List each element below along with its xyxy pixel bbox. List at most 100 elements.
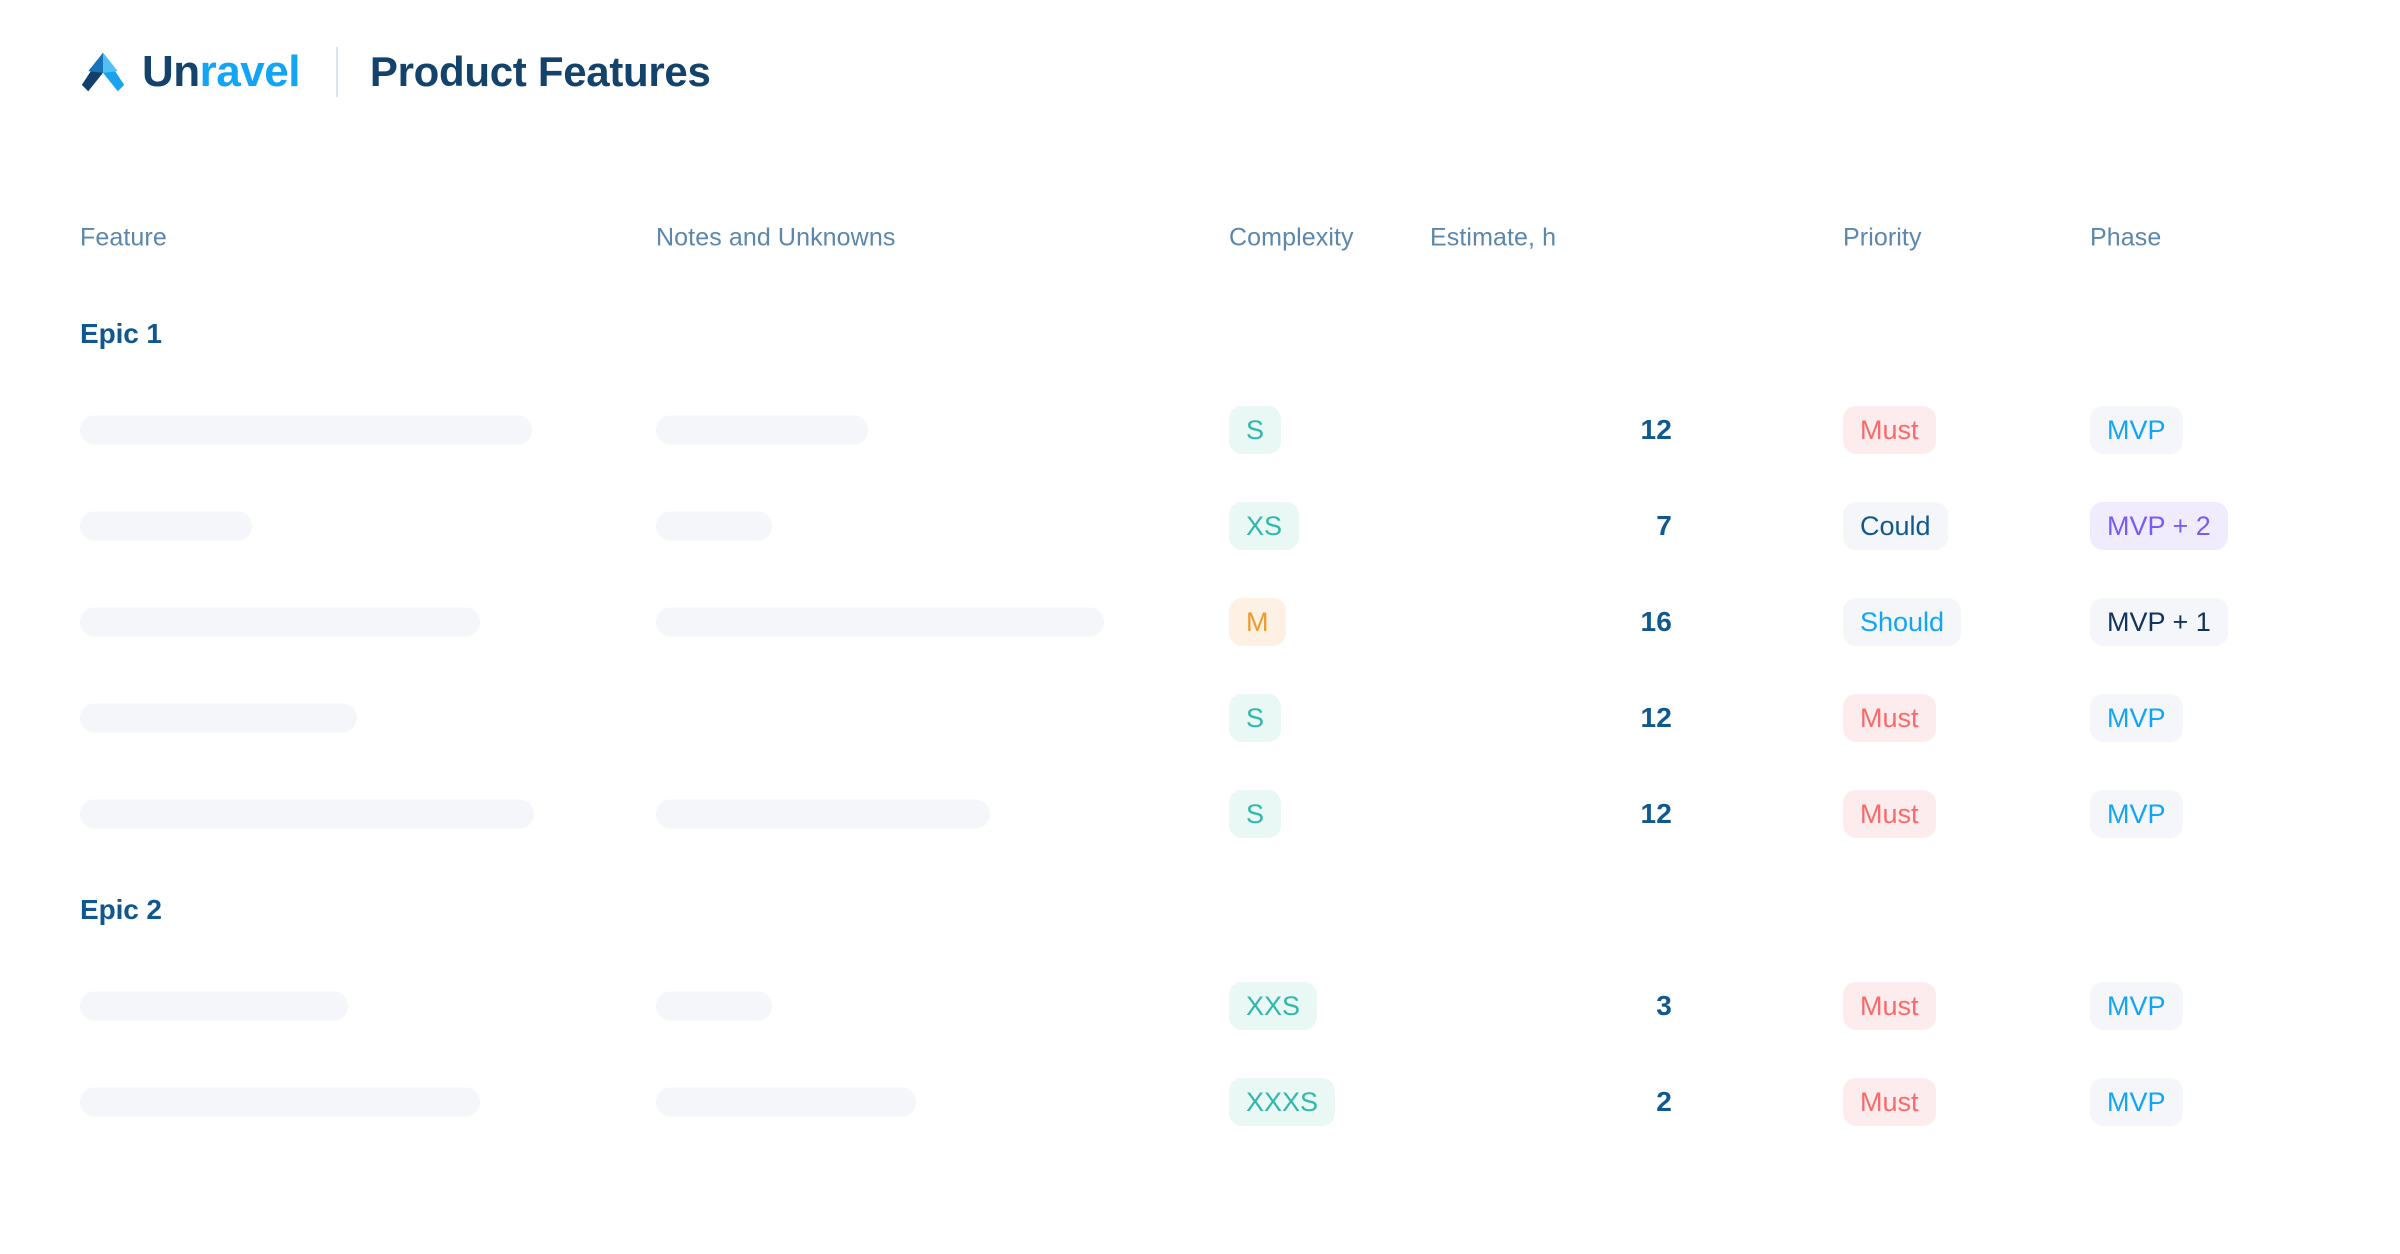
- priority-badge[interactable]: Must: [1843, 982, 1936, 1030]
- notes-placeholder-bar: [656, 991, 772, 1021]
- notes-cell[interactable]: [656, 415, 868, 445]
- table-body: Epic 1 S 12 Must MVP XS 7 Could MVP + 2 M 16 Should…: [0, 286, 2400, 1150]
- complexity-badge[interactable]: XXXS: [1229, 1078, 1336, 1126]
- priority-badge[interactable]: Must: [1843, 1078, 1936, 1126]
- priority-badge[interactable]: Must: [1843, 406, 1936, 454]
- estimate-value: 16: [1640, 606, 1672, 637]
- feature-placeholder-bar: [80, 1087, 480, 1117]
- complexity-badge[interactable]: XXS: [1229, 982, 1318, 1030]
- table-row[interactable]: XXS 3 Must MVP: [0, 958, 2400, 1054]
- feature-placeholder-bar: [80, 799, 534, 829]
- estimate-value: 12: [1640, 798, 1672, 829]
- epic-group-header: Epic 2: [0, 862, 2400, 958]
- notes-cell[interactable]: [656, 1087, 916, 1117]
- complexity-cell: S: [1229, 694, 1282, 742]
- complexity-cell: XXXS: [1229, 1078, 1336, 1126]
- phase-cell: MVP: [2090, 406, 2183, 454]
- complexity-badge[interactable]: M: [1229, 598, 1286, 646]
- complexity-badge[interactable]: S: [1229, 790, 1282, 838]
- column-header-feature: Feature: [80, 223, 167, 252]
- notes-placeholder-bar: [656, 511, 772, 541]
- complexity-badge[interactable]: S: [1229, 694, 1282, 742]
- estimate-value: 2: [1656, 1086, 1672, 1117]
- feature-cell[interactable]: [80, 991, 348, 1021]
- phase-badge[interactable]: MVP: [2090, 1078, 2183, 1126]
- estimate-cell[interactable]: 12: [1430, 704, 1672, 732]
- complexity-cell: XXS: [1229, 982, 1318, 1030]
- feature-cell[interactable]: [80, 415, 532, 445]
- phase-badge[interactable]: MVP + 1: [2090, 598, 2228, 646]
- notes-cell[interactable]: [656, 799, 990, 829]
- feature-cell[interactable]: [80, 607, 480, 637]
- phase-badge[interactable]: MVP: [2090, 694, 2183, 742]
- phase-cell: MVP: [2090, 694, 2183, 742]
- feature-placeholder-bar: [80, 607, 480, 637]
- estimate-cell[interactable]: 7: [1430, 512, 1672, 540]
- complexity-badge[interactable]: XS: [1229, 502, 1300, 550]
- priority-cell: Must: [1843, 406, 1936, 454]
- notes-cell[interactable]: [656, 991, 772, 1021]
- phase-badge[interactable]: MVP: [2090, 790, 2183, 838]
- table-row[interactable]: S 12 Must MVP: [0, 670, 2400, 766]
- feature-cell[interactable]: [80, 799, 534, 829]
- table-row[interactable]: XS 7 Could MVP + 2: [0, 478, 2400, 574]
- estimate-cell[interactable]: 2: [1430, 1088, 1672, 1116]
- feature-cell[interactable]: [80, 703, 357, 733]
- page-title: Product Features: [369, 48, 711, 95]
- estimate-value: 7: [1656, 510, 1672, 541]
- feature-placeholder-bar: [80, 511, 252, 541]
- table-row[interactable]: XXXS 2 Must MVP: [0, 1054, 2400, 1150]
- phase-badge[interactable]: MVP: [2090, 982, 2183, 1030]
- phase-cell: MVP: [2090, 790, 2183, 838]
- priority-badge[interactable]: Should: [1843, 598, 1962, 646]
- table-header-row: Feature Notes and Unknowns Complexity Es…: [0, 190, 2400, 286]
- phase-badge[interactable]: MVP + 2: [2090, 502, 2228, 550]
- priority-badge[interactable]: Must: [1843, 790, 1936, 838]
- column-header-notes: Notes and Unknowns: [656, 223, 896, 252]
- header-divider: [335, 47, 338, 97]
- estimate-value: 3: [1656, 990, 1672, 1021]
- complexity-cell: S: [1229, 406, 1282, 454]
- brand-name-first: Un: [142, 47, 200, 96]
- epic-title: Epic 1: [80, 318, 162, 349]
- unravel-triangle-logo-icon: [81, 52, 125, 92]
- epic-group-header: Epic 1: [0, 286, 2400, 382]
- complexity-cell: M: [1229, 598, 1286, 646]
- priority-cell: Should: [1843, 598, 1962, 646]
- priority-cell: Must: [1843, 694, 1936, 742]
- column-header-priority: Priority: [1843, 223, 1922, 252]
- complexity-cell: S: [1229, 790, 1282, 838]
- estimate-cell[interactable]: 12: [1430, 800, 1672, 828]
- notes-placeholder-bar: [656, 799, 990, 829]
- notes-placeholder-bar: [656, 607, 1104, 637]
- column-header-complexity: Complexity: [1229, 223, 1354, 252]
- brand-name-second: ravel: [199, 47, 301, 96]
- table-row[interactable]: S 12 Must MVP: [0, 766, 2400, 862]
- estimate-cell[interactable]: 16: [1430, 608, 1672, 636]
- complexity-badge[interactable]: S: [1229, 406, 1282, 454]
- table-row[interactable]: S 12 Must MVP: [0, 382, 2400, 478]
- priority-badge[interactable]: Must: [1843, 694, 1936, 742]
- feature-cell[interactable]: [80, 511, 252, 541]
- priority-badge[interactable]: Could: [1843, 502, 1948, 550]
- notes-cell[interactable]: [656, 511, 772, 541]
- features-table: Feature Notes and Unknowns Complexity Es…: [0, 190, 2400, 1150]
- notes-cell[interactable]: [656, 607, 1104, 637]
- estimate-cell[interactable]: 3: [1430, 992, 1672, 1020]
- estimate-cell[interactable]: 12: [1430, 416, 1672, 444]
- priority-cell: Must: [1843, 790, 1936, 838]
- phase-cell: MVP: [2090, 1078, 2183, 1126]
- phase-badge[interactable]: MVP: [2090, 406, 2183, 454]
- feature-placeholder-bar: [80, 415, 532, 445]
- page-header: Unravel Product Features: [80, 42, 711, 102]
- brand-wordmark: Unravel: [142, 50, 300, 94]
- epic-title: Epic 2: [80, 894, 162, 925]
- notes-placeholder-bar: [656, 415, 868, 445]
- feature-cell[interactable]: [80, 1087, 480, 1117]
- phase-cell: MVP + 2: [2090, 502, 2228, 550]
- estimate-value: 12: [1640, 414, 1672, 445]
- table-row[interactable]: M 16 Should MVP + 1: [0, 574, 2400, 670]
- priority-cell: Could: [1843, 502, 1948, 550]
- phase-cell: MVP + 1: [2090, 598, 2228, 646]
- product-features-page: Unravel Product Features Feature Notes a…: [0, 0, 2400, 1254]
